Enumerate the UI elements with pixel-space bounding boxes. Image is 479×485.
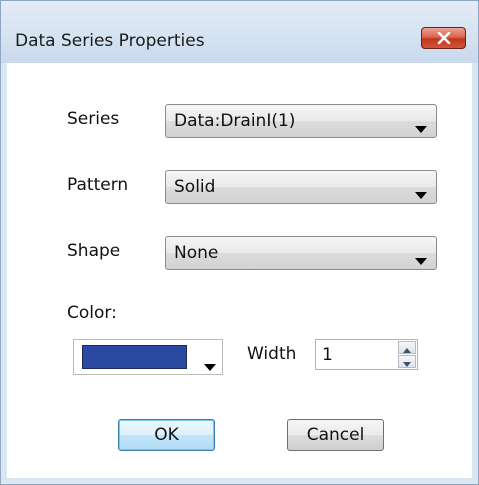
series-dropdown[interactable]: Data:DrainI(1) bbox=[165, 104, 437, 138]
shape-dropdown[interactable]: None bbox=[165, 236, 437, 270]
title-bar[interactable]: Data Series Properties bbox=[1, 1, 478, 63]
pattern-dropdown[interactable]: Solid bbox=[165, 170, 437, 204]
spin-down-button[interactable] bbox=[398, 355, 416, 368]
width-label: Width bbox=[247, 344, 297, 364]
pattern-value: Solid bbox=[174, 177, 216, 197]
color-swatch bbox=[82, 345, 187, 369]
shape-value: None bbox=[174, 243, 219, 263]
color-picker[interactable] bbox=[73, 339, 223, 375]
width-value[interactable]: 1 bbox=[322, 345, 333, 365]
width-spinner[interactable]: 1 bbox=[315, 339, 418, 370]
window-title: Data Series Properties bbox=[15, 31, 205, 51]
series-value: Data:DrainI(1) bbox=[174, 111, 296, 131]
chevron-down-icon bbox=[415, 250, 427, 269]
shape-label: Shape bbox=[67, 241, 121, 261]
chevron-down-icon bbox=[415, 184, 427, 203]
close-icon bbox=[437, 32, 451, 44]
series-label: Series bbox=[67, 109, 120, 129]
chevron-down-icon bbox=[204, 356, 216, 375]
dialog-window: Data Series Properties Series Data:Drain… bbox=[0, 0, 479, 485]
ok-button[interactable]: OK bbox=[118, 419, 215, 451]
chevron-down-icon bbox=[403, 352, 411, 371]
dialog-body: Series Data:DrainI(1) Pattern Solid Shap… bbox=[7, 63, 472, 478]
color-label: Color: bbox=[67, 303, 117, 323]
close-button[interactable] bbox=[421, 27, 466, 49]
chevron-down-icon bbox=[415, 118, 427, 137]
pattern-label: Pattern bbox=[67, 175, 129, 195]
cancel-button[interactable]: Cancel bbox=[287, 419, 384, 451]
